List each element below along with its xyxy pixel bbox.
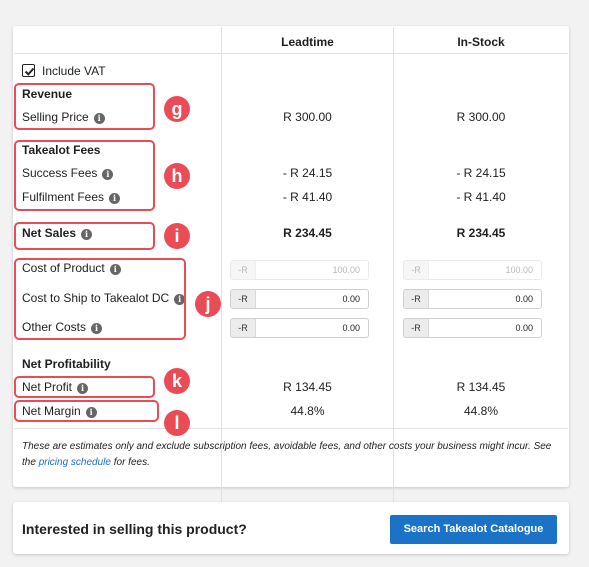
annotation-box-i	[14, 222, 155, 250]
cta-question: Interested in selling this product?	[22, 521, 247, 537]
net-profit-leadtime: R 134.45	[283, 380, 332, 394]
section-net-profitability: Net Profitability	[22, 357, 111, 371]
currency-prefix: -R	[231, 319, 256, 337]
cost-to-ship-instock-input[interactable]: -R 0.00	[403, 289, 542, 309]
include-vat-label[interactable]: Include VAT	[42, 64, 106, 78]
include-vat-checkbox[interactable]	[22, 64, 35, 77]
other-costs-instock-input[interactable]: -R 0.00	[403, 318, 542, 338]
annotation-marker-j: j	[195, 291, 221, 317]
column-header-leadtime: Leadtime	[281, 35, 334, 49]
selling-price-instock: R 300.00	[456, 110, 506, 124]
checkmark-icon	[24, 67, 35, 76]
note-divider	[14, 428, 568, 429]
cost-of-product-instock-input: -R 100.00	[403, 260, 542, 280]
success-fees-leadtime: - R 24.15	[282, 166, 333, 180]
currency-prefix: -R	[404, 319, 429, 337]
net-profit-instock: R 134.45	[456, 380, 506, 394]
currency-prefix: -R	[404, 261, 429, 279]
annotation-marker-g: g	[164, 96, 190, 122]
net-sales-leadtime: R 234.45	[283, 226, 332, 240]
cost-of-product-leadtime-input: -R 100.00	[230, 260, 369, 280]
cost-to-ship-leadtime-input[interactable]: -R 0.00	[230, 289, 369, 309]
annotation-box-g	[14, 83, 155, 130]
other-costs-leadtime-input[interactable]: -R 0.00	[230, 318, 369, 338]
annotation-marker-h: h	[164, 163, 190, 189]
net-margin-instock: 44.8%	[463, 404, 499, 418]
net-sales-instock: R 234.45	[456, 226, 506, 240]
selling-price-leadtime: R 300.00	[283, 110, 332, 124]
currency-prefix: -R	[231, 290, 256, 308]
annotation-box-l	[14, 400, 159, 422]
net-margin-leadtime: 44.8%	[290, 404, 325, 418]
header-divider	[14, 53, 568, 54]
annotation-marker-l: l	[164, 410, 190, 436]
success-fees-instock: - R 24.15	[456, 166, 506, 180]
fulfilment-fees-leadtime: - R 41.40	[282, 190, 333, 204]
annotation-box-j	[14, 258, 186, 340]
annotation-marker-i: i	[164, 223, 190, 249]
currency-prefix: -R	[404, 290, 429, 308]
fulfilment-fees-instock: - R 41.40	[456, 190, 506, 204]
search-catalogue-button[interactable]: Search Takealot Catalogue	[390, 515, 557, 544]
currency-prefix: -R	[231, 261, 256, 279]
estimate-note: These are estimates only and exclude sub…	[22, 441, 552, 468]
annotation-box-k	[14, 376, 155, 398]
column-header-instock: In-Stock	[457, 35, 505, 49]
pricing-schedule-link[interactable]: pricing schedule	[39, 457, 111, 468]
annotation-marker-k: k	[164, 368, 190, 394]
annotation-box-h	[14, 140, 155, 211]
